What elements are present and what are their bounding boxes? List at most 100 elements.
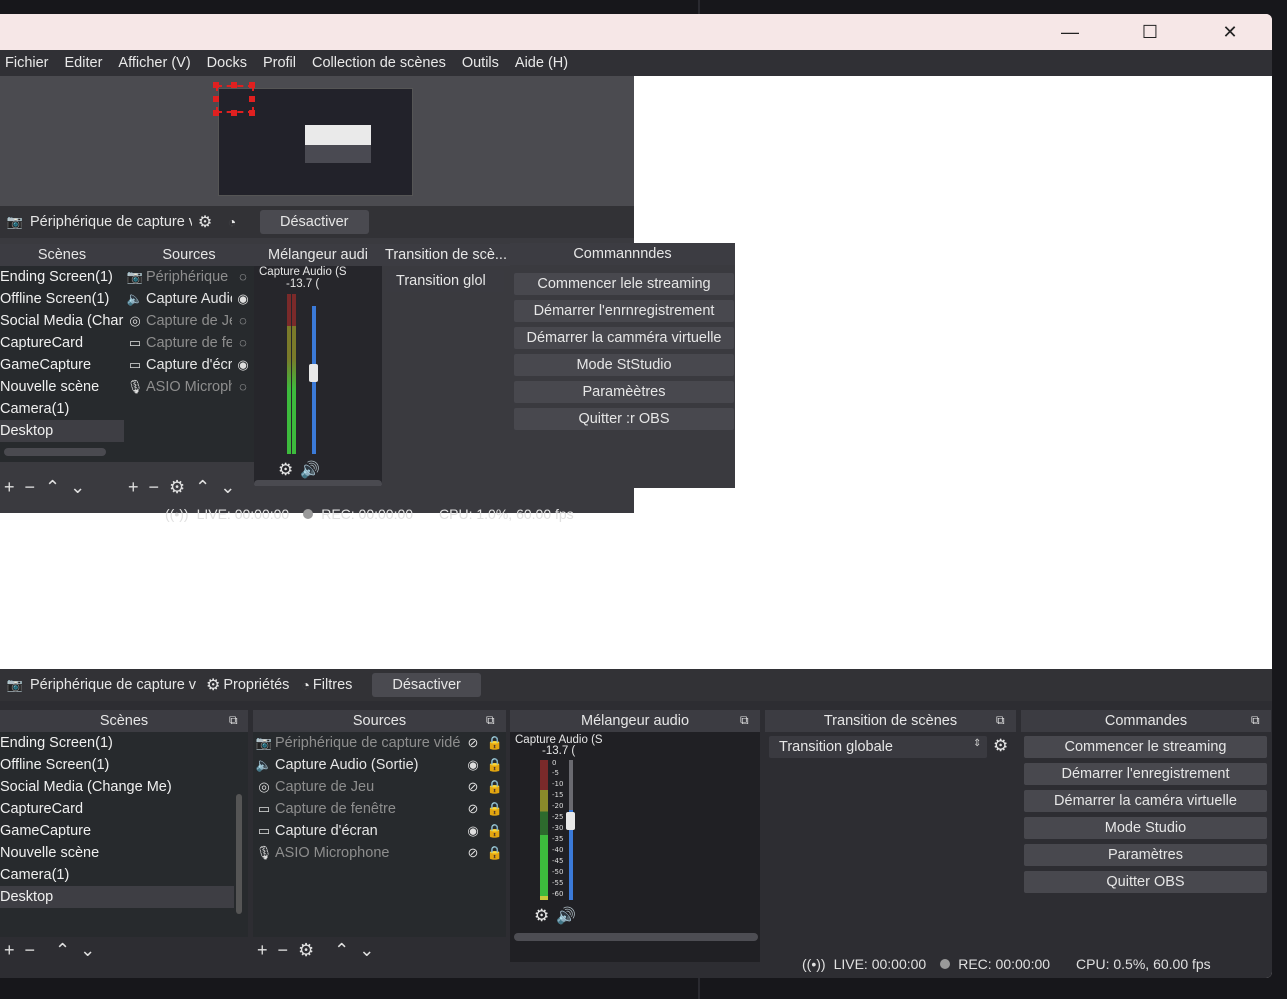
undock-icon[interactable]: ⧉ <box>1251 713 1260 728</box>
selection-handle[interactable] <box>249 110 255 116</box>
minimize-button[interactable]: — <box>1030 14 1110 50</box>
menu-editer[interactable]: Editer <box>60 55 111 71</box>
filter-icon[interactable]: ◔ <box>218 214 246 230</box>
properties-button[interactable]: ⚙ Propriétés <box>206 675 289 695</box>
add-source-icon[interactable]: + <box>257 940 268 961</box>
list-item[interactable]: ▭ Capture de fei ◌ <box>124 332 254 354</box>
transition-select[interactable]: Transition glol <box>386 270 504 292</box>
menu-fichier[interactable]: Fichier <box>0 55 57 71</box>
list-item[interactable]: CaptureCard <box>0 332 124 354</box>
eye-icon[interactable]: ◉ <box>462 820 484 842</box>
list-item[interactable]: Desktop <box>0 420 124 442</box>
chevron-down-icon[interactable]: ⌄ <box>80 940 95 961</box>
start-recording-button[interactable]: Démarrer l'enrnregistrement <box>514 300 734 322</box>
volume-fader-knob[interactable] <box>566 812 575 830</box>
undock-icon[interactable]: ⧉ <box>740 713 749 728</box>
scene-item[interactable]: Social Media (Change Me) <box>0 776 248 798</box>
source-item[interactable]: ▭ Capture d'écran ◉ 🔒 <box>253 820 506 842</box>
list-item[interactable]: ◎ Capture de Je ◌ <box>124 310 254 332</box>
mixer-gear-icon[interactable]: ⚙ <box>534 906 549 926</box>
chevron-down-icon[interactable]: ⌄ <box>70 477 85 498</box>
chevron-down-icon[interactable]: ⌄ <box>359 940 374 961</box>
eye-slash-icon[interactable]: ⊘ <box>462 798 484 820</box>
filters-button[interactable]: ◔ Filtres <box>301 677 352 693</box>
eye-icon[interactable]: ◉ <box>232 288 254 310</box>
scene-item[interactable]: Nouvelle scène <box>0 842 248 864</box>
selection-handle[interactable] <box>213 110 219 116</box>
menu-aide[interactable]: Aide (H) <box>510 55 576 71</box>
undock-icon[interactable]: ⧉ <box>229 713 238 728</box>
list-item[interactable]: Camera(1) <box>0 398 124 420</box>
menu-docks[interactable]: Docks <box>202 55 255 71</box>
lock-icon[interactable]: 🔒 <box>484 776 506 798</box>
chevron-up-icon[interactable]: ⌃ <box>55 940 70 961</box>
studio-mode-button[interactable]: Mode Studio <box>1024 817 1267 839</box>
source-item[interactable]: 🎙 ASIO Microphone ⊘ 🔒 <box>253 842 506 864</box>
maximize-button[interactable]: ☐ <box>1110 14 1190 50</box>
remove-source-icon[interactable]: − <box>278 940 289 961</box>
eye-slash-icon[interactable]: ⊘ <box>462 776 484 798</box>
scrollbar[interactable] <box>254 480 382 486</box>
menu-afficher[interactable]: Afficher (V) <box>113 55 198 71</box>
settings-button[interactable]: Paramètres <box>1024 844 1267 866</box>
spinner-icon[interactable]: ⇕ <box>973 738 981 749</box>
source-item[interactable]: ◎ Capture de Jeu ⊘ 🔒 <box>253 776 506 798</box>
speaker-icon[interactable]: 🔊 <box>300 460 320 480</box>
scrollbar[interactable] <box>4 448 106 456</box>
chevron-down-icon[interactable]: ⌄ <box>220 477 235 498</box>
eye-slash-icon[interactable]: ◌ <box>232 376 254 398</box>
studio-mode-button[interactable]: Mode StStudio <box>514 354 734 376</box>
ghost-deactivate-button[interactable]: Désactiver <box>260 210 369 234</box>
source-item[interactable]: 📷 Périphérique de capture vidé ⊘ 🔒 <box>253 732 506 754</box>
lock-icon[interactable]: 🔒 <box>484 732 506 754</box>
scene-item[interactable]: CaptureCard <box>0 798 248 820</box>
chevron-up-icon[interactable]: ⌃ <box>195 477 210 498</box>
close-button[interactable]: ✕ <box>1190 14 1270 50</box>
source-item[interactable]: 🔈 Capture Audio (Sortie) ◉ 🔒 <box>253 754 506 776</box>
add-icon[interactable]: + <box>128 477 139 498</box>
lock-icon[interactable]: 🔒 <box>484 754 506 776</box>
scene-item[interactable]: Offline Screen(1) <box>0 754 248 776</box>
undock-icon[interactable]: ⧉ <box>996 713 1005 728</box>
eye-slash-icon[interactable]: ◌ <box>232 332 254 354</box>
selection-handle[interactable] <box>231 110 237 116</box>
scene-item[interactable]: Camera(1) <box>0 864 248 886</box>
selection-handle[interactable] <box>249 82 255 88</box>
lock-icon[interactable]: 🔒 <box>484 820 506 842</box>
start-virtual-camera-button[interactable]: Démarrer la camméra virtuelle <box>514 327 734 349</box>
add-scene-icon[interactable]: + <box>4 940 15 961</box>
menu-profil[interactable]: Profil <box>258 55 304 71</box>
scene-item[interactable]: Ending Screen(1) <box>0 732 248 754</box>
gear-icon[interactable]: ⚙ <box>278 460 293 480</box>
exit-button[interactable]: Quitter :r OBS <box>514 408 734 430</box>
source-item[interactable]: ▭ Capture de fenêtre ⊘ 🔒 <box>253 798 506 820</box>
exit-obs-button[interactable]: Quitter OBS <box>1024 871 1267 893</box>
eye-slash-icon[interactable]: ⊘ <box>462 842 484 864</box>
list-item[interactable]: Offline Screen(1) <box>0 288 124 310</box>
gear-icon[interactable]: ⚙ <box>169 477 185 498</box>
gear-icon[interactable]: ⚙ <box>192 212 218 232</box>
settings-button[interactable]: Paramèètres <box>514 381 734 403</box>
lock-icon[interactable]: 🔒 <box>484 798 506 820</box>
speaker-icon[interactable]: 🔊 <box>556 906 576 926</box>
chevron-up-icon[interactable]: ⌃ <box>334 940 349 961</box>
list-item[interactable]: 🔈 Capture Audic ◉ <box>124 288 254 310</box>
scene-item[interactable]: GameCapture <box>0 820 248 842</box>
menu-outils[interactable]: Outils <box>457 55 507 71</box>
transition-gear-icon[interactable]: ⚙ <box>993 736 1008 756</box>
lock-icon[interactable]: 🔒 <box>484 842 506 864</box>
list-item[interactable]: Ending Screen(1) <box>0 266 124 288</box>
eye-icon[interactable]: ◉ <box>232 354 254 376</box>
start-streaming-button[interactable]: Commencer lele streaming <box>514 273 734 295</box>
scrollbar[interactable] <box>514 933 758 941</box>
selection-handle[interactable] <box>249 96 255 102</box>
list-item[interactable]: Nouvelle scène <box>0 376 124 398</box>
selection-handle[interactable] <box>213 96 219 102</box>
volume-fader-knob[interactable] <box>309 364 318 382</box>
remove-scene-icon[interactable]: − <box>25 940 36 961</box>
transition-select[interactable]: Transition globale <box>769 736 987 758</box>
menu-collection[interactable]: Collection de scènes <box>307 55 454 71</box>
scene-item-selected[interactable]: Desktop <box>0 886 234 908</box>
start-recording-button[interactable]: Démarrer l'enregistrement <box>1024 763 1267 785</box>
list-item[interactable]: GameCapture <box>0 354 124 376</box>
